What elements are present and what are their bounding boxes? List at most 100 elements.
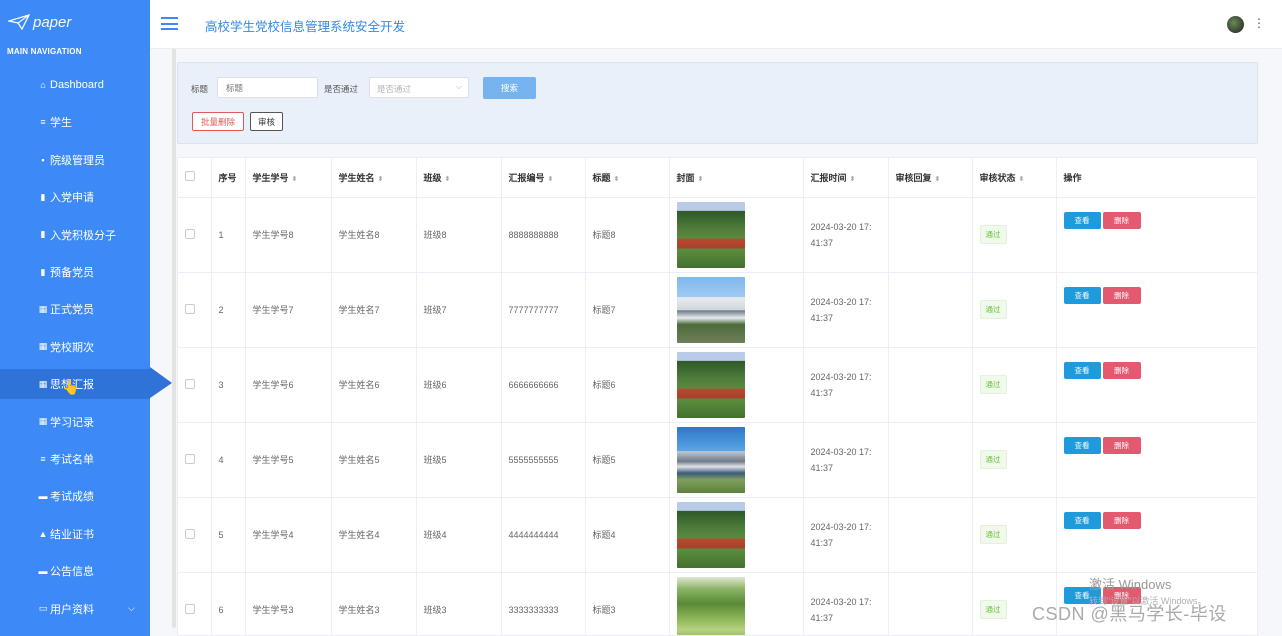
column-header[interactable]: 审核回复 ⬍ [888, 158, 973, 198]
student-no: 学生学号3 [252, 605, 294, 615]
row-checkbox[interactable] [185, 528, 195, 539]
student-name: 学生姓名7 [338, 305, 380, 315]
sidebar-item[interactable]: ▪ 院级管理员 [0, 145, 150, 175]
table-cell [888, 422, 973, 498]
view-button[interactable]: 查看 [1063, 287, 1101, 304]
sidebar-item[interactable]: ▦ 党校期次 [0, 332, 150, 362]
column-header: 操作 [1056, 158, 1257, 198]
cover-image[interactable] [676, 201, 745, 268]
sort-icon[interactable]: ⬍ [378, 176, 384, 183]
sidebar-item[interactable]: ▲ 结业证书 [0, 519, 150, 549]
column-header-label: 审核回复 [895, 172, 932, 183]
row-checkbox[interactable] [185, 453, 195, 464]
title-filter-input[interactable] [217, 77, 318, 98]
chart-icon: ▮ [40, 191, 46, 202]
table-cell: 2 [211, 272, 246, 348]
table-cell [888, 572, 973, 635]
report-time-date: 2024-03-20 17: [810, 221, 872, 232]
audit-button[interactable]: 审核 [250, 112, 283, 131]
status-badge: 通过 [979, 225, 1007, 244]
student-name: 学生姓名5 [338, 455, 380, 465]
sort-icon[interactable]: ⬍ [445, 176, 451, 183]
class-name: 班级6 [423, 380, 447, 390]
logo[interactable]: paper [8, 10, 71, 34]
sidebar-item[interactable]: ▬ 考试成绩 [0, 481, 150, 511]
sort-icon[interactable]: ⬍ [548, 176, 554, 183]
row-checkbox[interactable] [185, 603, 195, 614]
sidebar-item[interactable]: ⌂ Dashboard [0, 70, 150, 100]
batch-delete-button[interactable]: 批量删除 [192, 112, 244, 131]
column-header[interactable]: 学生学号 ⬍ [245, 158, 332, 198]
cover-image[interactable] [676, 501, 745, 568]
cover-image[interactable] [676, 576, 745, 635]
table-cell: 学生姓名8 [331, 197, 417, 273]
table-cell: 标题8 [585, 197, 670, 273]
row-checkbox[interactable] [185, 378, 195, 389]
sort-icon[interactable]: ⬍ [292, 176, 298, 183]
sidebar-item[interactable]: ▦ 正式党员 [0, 294, 150, 324]
paper-plane-icon [8, 14, 30, 30]
sidebar-scrollbar[interactable] [172, 8, 176, 628]
passed-filter-select[interactable]: 是否通过 ⌵ [369, 77, 469, 98]
column-header[interactable]: 汇报时间 ⬍ [803, 158, 889, 198]
sidebar-item[interactable]: ▮ 入党申请 [0, 182, 150, 212]
sidebar-item[interactable]: ▮ 入党积极分子 [0, 220, 150, 250]
report-time-date: 2024-03-20 17: [810, 521, 872, 532]
view-button[interactable]: 查看 [1063, 512, 1101, 529]
sidebar-item[interactable]: ▦ 学习记录 [0, 407, 150, 437]
sidebar-item[interactable]: ▬ 公告信息 [0, 556, 150, 586]
select-all-checkbox[interactable] [185, 171, 195, 182]
table-cell: 班级4 [416, 497, 502, 573]
table-cell: 班级7 [416, 272, 502, 348]
table-cell: 5 [211, 497, 246, 573]
row-index: 3 [218, 379, 224, 390]
cover-image[interactable] [676, 351, 745, 418]
sort-icon[interactable]: ⬍ [850, 176, 856, 183]
clipboard-icon: ▮ [40, 229, 46, 240]
column-header[interactable]: 标题 ⬍ [585, 158, 670, 198]
view-button[interactable]: 查看 [1063, 212, 1101, 229]
clipboard-icon: ▮ [40, 266, 46, 277]
delete-button[interactable]: 删除 [1102, 362, 1141, 379]
sort-icon[interactable]: ⬍ [1019, 176, 1025, 183]
delete-button[interactable]: 删除 [1102, 512, 1141, 529]
search-button[interactable]: 搜索 [483, 77, 536, 99]
sort-icon[interactable]: ⬍ [935, 176, 941, 183]
status-badge: 通过 [979, 375, 1007, 394]
row-checkbox[interactable] [185, 303, 195, 314]
cover-image[interactable] [676, 276, 745, 343]
column-header[interactable]: 汇报编号 ⬍ [501, 158, 586, 198]
row-checkbox[interactable] [185, 228, 195, 239]
report-no: 5555555555 [508, 454, 559, 465]
view-button[interactable]: 查看 [1063, 437, 1101, 454]
sidebar-item-label: 公告信息 [50, 566, 94, 579]
delete-button[interactable]: 删除 [1102, 212, 1141, 229]
sort-icon[interactable]: ⬍ [698, 176, 704, 183]
class-name: 班级3 [423, 605, 447, 615]
more-vertical-icon[interactable]: ⋮ [1253, 16, 1265, 30]
view-button[interactable]: 查看 [1063, 362, 1101, 379]
table-cell: 标题5 [585, 422, 670, 498]
table-cell [669, 422, 804, 498]
sidebar-item[interactable]: ▭ 用户资料 ⌵ [0, 594, 150, 624]
delete-button[interactable]: 删除 [1102, 437, 1141, 454]
sort-icon[interactable]: ⬍ [614, 176, 620, 183]
sidebar-item[interactable]: ≡ 考试名单 [0, 444, 150, 474]
sidebar-item[interactable]: ≡ 学生 [0, 107, 150, 137]
column-header[interactable]: 封面 ⬍ [669, 158, 804, 198]
sidebar-item[interactable]: ▮ 预备党员 [0, 257, 150, 287]
cover-image[interactable] [676, 426, 745, 493]
table-cell: 查看 删除 [1056, 272, 1257, 348]
table-cell: 学生学号4 [245, 497, 332, 573]
table-cell: 班级6 [416, 347, 502, 423]
column-header[interactable]: 班级 ⬍ [416, 158, 502, 198]
status-badge: 通过 [979, 450, 1007, 469]
table-cell [178, 572, 212, 635]
column-header[interactable]: 学生姓名 ⬍ [331, 158, 417, 198]
grid-icon: ▦ [38, 303, 48, 314]
delete-button[interactable]: 删除 [1102, 287, 1141, 304]
menu-toggle-icon[interactable] [161, 17, 178, 30]
column-header[interactable]: 审核状态 ⬍ [972, 158, 1057, 198]
student-no: 学生学号8 [252, 230, 294, 240]
avatar[interactable] [1227, 16, 1244, 33]
